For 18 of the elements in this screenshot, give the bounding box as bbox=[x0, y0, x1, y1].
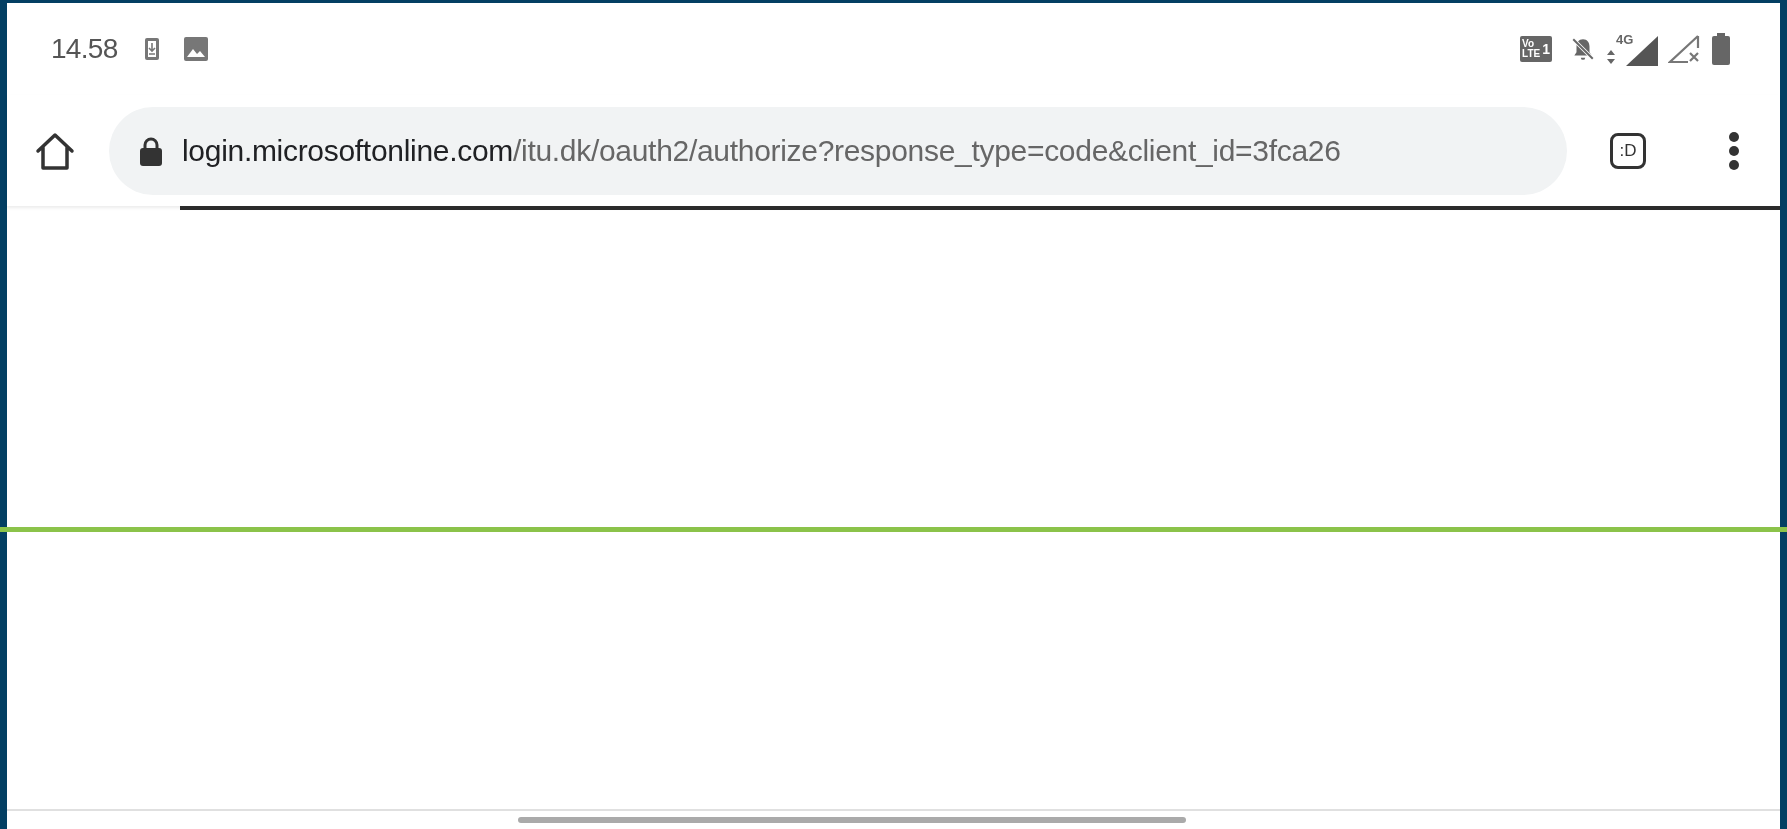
more-options-icon[interactable] bbox=[1728, 130, 1740, 171]
battery-icon bbox=[1712, 33, 1730, 65]
lock-icon bbox=[139, 135, 163, 166]
network-type-label: 4G bbox=[1616, 31, 1634, 49]
url-text: login.microsoftonline.com/itu.dk/oauth2/authorize?response_type=code&client_id=3fca26 bbox=[182, 133, 1341, 169]
status-time: 14.58 bbox=[51, 32, 118, 66]
data-arrows-icon bbox=[1606, 48, 1616, 66]
home-icon[interactable] bbox=[34, 130, 76, 171]
tab-switcher-button[interactable]: :D bbox=[1610, 132, 1646, 169]
bell-muted-icon bbox=[1570, 36, 1596, 62]
gesture-handle[interactable] bbox=[518, 817, 1186, 823]
image-icon bbox=[183, 37, 208, 61]
volte-bottom-label: LTE bbox=[1522, 49, 1541, 59]
url-field[interactable]: login.microsoftonline.com/itu.dk/oauth2/authorize?response_type=code&client_id=3fca26 bbox=[109, 106, 1567, 195]
volte-top-label: Vo bbox=[1522, 39, 1536, 49]
download-icon bbox=[143, 37, 160, 61]
no-signal-icon bbox=[1668, 34, 1700, 64]
sim-number: 1 bbox=[1542, 39, 1550, 59]
